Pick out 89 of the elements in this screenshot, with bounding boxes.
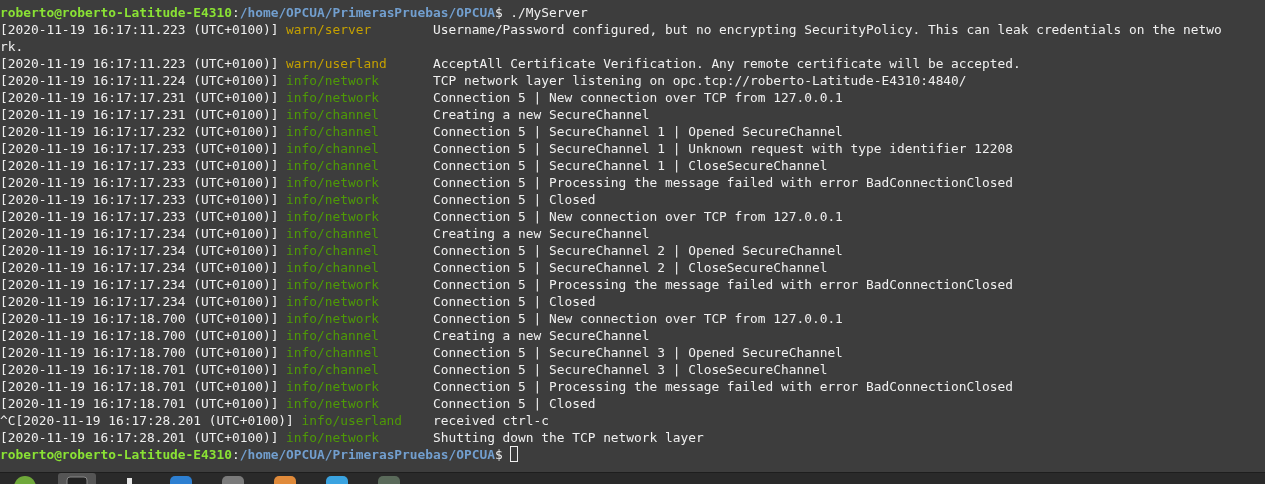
command-text: ./MyServer (510, 4, 588, 21)
log-timestamp: [2020-11-19 16:17:18.701 (UTC+0100)] (0, 378, 279, 395)
log-message: Connection 5 | Closed (433, 191, 596, 208)
log-tag: info/channel (286, 123, 379, 140)
log-tag: info/network (286, 89, 379, 106)
log-tag: info/channel (286, 327, 379, 344)
app-icon (274, 476, 296, 484)
log-message: Username/Password configured, but no encrypting SecurityPolicy. This can leak credentials on the netwo (433, 21, 1222, 38)
log-message: Connection 5 | New connection over TCP from 127.0.0.1 (433, 310, 843, 327)
log-message: Creating a new SecureChannel (433, 327, 650, 344)
log-timestamp: [2020-11-19 16:17:17.233 (UTC+0100)] (0, 157, 279, 174)
log-message: Creating a new SecureChannel (433, 106, 650, 123)
app-icon (378, 476, 400, 484)
log-message: Connection 5 | New connection over TCP from 127.0.0.1 (433, 208, 843, 225)
terminal-icon (66, 476, 88, 484)
log-timestamp: [2020-11-19 16:17:18.700 (UTC+0100)] (0, 310, 279, 327)
log-message: Connection 5 | SecureChannel 1 | Opened SecureChannel (433, 123, 843, 140)
log-timestamp: [2020-11-19 16:17:17.234 (UTC+0100)] (0, 225, 279, 242)
log-tag: info/channel (286, 361, 379, 378)
log-message: Connection 5 | Closed (433, 293, 596, 310)
prompt-user: roberto@roberto-Latitude-E4310 (0, 4, 232, 21)
log-timestamp: [2020-11-19 16:17:17.233 (UTC+0100)] (0, 174, 279, 191)
log-message: rk. (0, 38, 24, 55)
log-message: Connection 5 | Closed (433, 395, 596, 412)
log-timestamp: [2020-11-19 16:17:17.231 (UTC+0100)] (0, 106, 279, 123)
log-message: Connection 5 | SecureChannel 3 | Opened SecureChannel (433, 344, 843, 361)
log-tag: info/network (286, 429, 379, 446)
log-tag: info/network (286, 310, 379, 327)
log-tag: info/network (286, 174, 379, 191)
log-timestamp: [2020-11-19 16:17:18.701 (UTC+0100)] (0, 395, 279, 412)
log-timestamp: [2020-11-19 16:17:28.201 (UTC+0100)] (0, 429, 279, 446)
log-tag: info/network (286, 191, 379, 208)
app-icon (326, 476, 348, 484)
prompt-symbol: $ (494, 4, 503, 21)
log-tag: info/channel (286, 106, 379, 123)
log-timestamp: ^C[2020-11-19 16:17:28.201 (UTC+0100)] (0, 412, 294, 429)
log-message: Connection 5 | SecureChannel 3 | CloseSecureChannel (433, 361, 828, 378)
log-timestamp: [2020-11-19 16:17:17.233 (UTC+0100)] (0, 140, 279, 157)
log-message: Connection 5 | SecureChannel 1 | Unknown request with type identifier 12208 (433, 140, 1013, 157)
prompt-separator: : (232, 446, 240, 463)
log-tag: info/channel (286, 140, 379, 157)
log-tag: info/channel (286, 157, 379, 174)
app-icon (126, 476, 132, 484)
log-tag: info/network (286, 395, 379, 412)
log-timestamp: [2020-11-19 16:17:18.700 (UTC+0100)] (0, 327, 279, 344)
log-timestamp: [2020-11-19 16:17:11.224 (UTC+0100)] (0, 72, 279, 89)
prompt-user: roberto@roberto-Latitude-E4310 (0, 446, 232, 463)
log-message: Connection 5 | Processing the message failed with error BadConnectionClosed (433, 378, 1013, 395)
prompt-symbol: $ (494, 446, 503, 463)
app-icon (170, 476, 192, 484)
log-tag: info/channel (286, 259, 379, 276)
log-timestamp: [2020-11-19 16:17:17.232 (UTC+0100)] (0, 123, 279, 140)
log-timestamp: [2020-11-19 16:17:11.223 (UTC+0100)] (0, 55, 279, 72)
log-timestamp: [2020-11-19 16:17:11.223 (UTC+0100)] (0, 21, 279, 38)
log-tag: info/network (286, 208, 379, 225)
log-tag: info/network (286, 378, 379, 395)
prompt-path: /home/OPCUA/PrimerasPruebas/OPCUA (239, 4, 495, 21)
log-message: Connection 5 | Processing the message failed with error BadConnectionClosed (433, 276, 1013, 293)
log-tag: info/channel (286, 242, 379, 259)
log-timestamp: [2020-11-19 16:17:17.233 (UTC+0100)] (0, 191, 279, 208)
log-timestamp: [2020-11-19 16:17:17.234 (UTC+0100)] (0, 276, 279, 293)
log-tag: warn/server (286, 21, 372, 38)
log-timestamp: [2020-11-19 16:17:17.234 (UTC+0100)] (0, 259, 279, 276)
prompt-path: /home/OPCUA/PrimerasPruebas/OPCUA (239, 446, 495, 463)
log-tag: info/userland (301, 412, 403, 429)
log-timestamp: [2020-11-19 16:17:17.234 (UTC+0100)] (0, 293, 279, 310)
log-timestamp: [2020-11-19 16:17:18.701 (UTC+0100)] (0, 361, 279, 378)
log-tag: info/network (286, 293, 379, 310)
log-message: Connection 5 | SecureChannel 2 | CloseSecureChannel (433, 259, 828, 276)
log-timestamp: [2020-11-19 16:17:17.233 (UTC+0100)] (0, 208, 279, 225)
log-tag: info/network (286, 72, 379, 89)
app-icon (222, 476, 244, 484)
log-tag: info/channel (286, 225, 379, 242)
log-timestamp: [2020-11-19 16:17:17.231 (UTC+0100)] (0, 89, 279, 106)
log-message: TCP network layer listening on opc.tcp://roberto-Latitude-E4310:4840/ (433, 72, 967, 89)
log-message: received ctrl-c (433, 412, 549, 429)
log-tag: info/network (286, 276, 379, 293)
log-message: Connection 5 | SecureChannel 1 | CloseSecureChannel (433, 157, 828, 174)
log-message: Connection 5 | Processing the message failed with error BadConnectionClosed (433, 174, 1013, 191)
log-message: Shutting down the TCP network layer (433, 429, 704, 446)
log-tag: warn/userland (286, 55, 387, 72)
log-message: AcceptAll Certificate Verification. Any remote certificate will be accepted. (433, 55, 1021, 72)
log-message: Creating a new SecureChannel (433, 225, 650, 242)
log-message: Connection 5 | New connection over TCP from 127.0.0.1 (433, 89, 843, 106)
log-timestamp: [2020-11-19 16:17:17.234 (UTC+0100)] (0, 242, 279, 259)
log-message: Connection 5 | SecureChannel 2 | Opened SecureChannel (433, 242, 843, 259)
log-timestamp: [2020-11-19 16:17:18.700 (UTC+0100)] (0, 344, 279, 361)
prompt-separator: : (232, 4, 240, 21)
log-tag: info/channel (286, 344, 379, 361)
